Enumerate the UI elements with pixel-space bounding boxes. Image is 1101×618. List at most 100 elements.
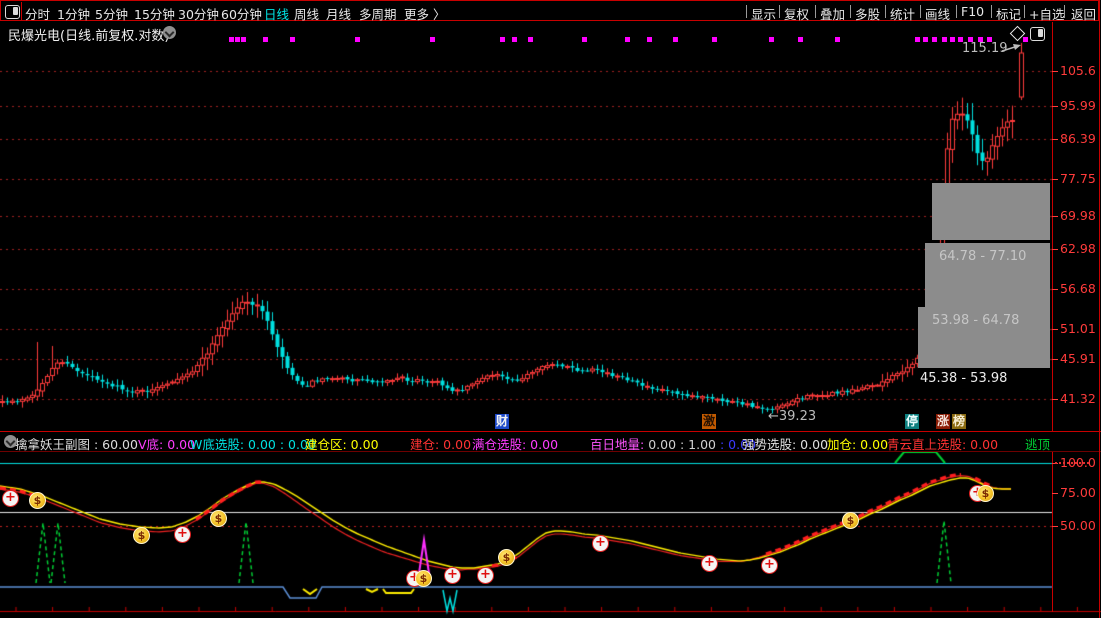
money-bag-marker-icon: $ xyxy=(210,510,227,527)
signal-dot xyxy=(235,37,240,42)
indicator-axis-tick xyxy=(1052,526,1058,527)
period-tab-2[interactable]: 5分钟 xyxy=(95,4,128,23)
period-toolbar: 分时 1分钟 5分钟 15分钟30分钟60分钟日线周线月线多周期更多 〉 显示复权叠加… xyxy=(0,0,1099,21)
money-bag-marker-icon: $ xyxy=(977,485,994,502)
signal-dot xyxy=(241,37,246,42)
toolbar-action-8[interactable]: +自选 xyxy=(1029,4,1064,23)
signal-dot xyxy=(835,37,840,42)
price-range-box-1: 64.78 - 77.10 xyxy=(925,243,1050,307)
maximize-panel-icon[interactable] xyxy=(1030,27,1045,41)
money-bag-marker-icon: $ xyxy=(133,527,150,544)
price-axis-line xyxy=(1052,22,1053,612)
title-chevron-down-icon[interactable] xyxy=(163,26,176,39)
price-axis-label: 41.32 xyxy=(1060,391,1096,406)
indicator-header-item-9: 青云直上选股: 0.00 xyxy=(887,434,998,453)
panel-split-icon[interactable] xyxy=(5,5,20,19)
price-range-box-0 xyxy=(932,183,1050,240)
period-tab-7[interactable]: 周线 xyxy=(294,4,319,23)
toolbar-action-9[interactable]: 返回 xyxy=(1071,4,1096,23)
period-tab-9[interactable]: 多周期 xyxy=(359,4,397,23)
menu-separator xyxy=(991,5,992,18)
period-tab-4[interactable]: 30分钟 xyxy=(178,4,219,23)
signal-dot xyxy=(932,37,937,42)
indicator-header-item-8: 加仓: 0.00 xyxy=(827,434,888,453)
toolbar-divider xyxy=(21,2,22,21)
signal-dot xyxy=(647,37,652,42)
indicator-chevron-down-icon[interactable] xyxy=(4,435,17,448)
signal-dot xyxy=(923,37,928,42)
price-range-box-2: 53.98 - 64.78 xyxy=(918,307,1050,368)
period-tab-10[interactable]: 更多 〉 xyxy=(404,4,445,23)
indicator-header: 擒拿妖王副图 : 60.00V底: 0.00W底选股: 0.00 : 0.00建… xyxy=(0,432,1101,451)
price-axis-tick xyxy=(1052,289,1058,290)
signal-dot xyxy=(290,37,295,42)
price-axis-tick xyxy=(1052,139,1058,140)
market-badge-2[interactable]: 停 xyxy=(905,414,919,429)
signal-dot xyxy=(769,37,774,42)
signal-dot xyxy=(582,37,587,42)
signal-dot xyxy=(712,37,717,42)
price-axis-label: 105.6 xyxy=(1060,63,1096,78)
indicator-chart-canvas[interactable] xyxy=(0,450,1101,618)
indicator-header-item-4: 建仓: 0.00 xyxy=(410,434,471,453)
toolbar-action-4[interactable]: 统计 xyxy=(890,4,915,23)
buy-cross-marker-icon: + xyxy=(701,555,718,572)
indicator-header-item-6: 百日地量: 0.00 : 1.00 : 0.00 xyxy=(590,434,756,453)
price-axis-label: 86.39 xyxy=(1060,131,1096,146)
menu-separator xyxy=(920,5,921,18)
toolbar-action-0[interactable]: 显示 xyxy=(751,4,776,23)
menu-separator xyxy=(885,5,886,18)
toolbar-action-7[interactable]: 标记 xyxy=(996,4,1021,23)
signal-dot xyxy=(512,37,517,42)
toolbar-action-2[interactable]: 叠加 xyxy=(820,4,845,23)
signal-dot xyxy=(500,37,505,42)
menu-separator xyxy=(850,5,851,18)
period-tab-6[interactable]: 日线 xyxy=(264,4,289,23)
stock-title: 民爆光电(日线.前复权.对数) xyxy=(8,25,169,44)
signal-dot xyxy=(950,37,955,42)
high-annotation-arrow xyxy=(1002,42,1026,54)
market-badge-0[interactable]: 财 xyxy=(495,414,509,429)
price-axis-label: 45.91 xyxy=(1060,351,1096,366)
price-axis-tick xyxy=(1052,399,1058,400)
price-axis-label: 95.99 xyxy=(1060,98,1096,113)
price-axis-tick xyxy=(1052,359,1058,360)
price-axis-label: 77.75 xyxy=(1060,171,1096,186)
toolbar-action-1[interactable]: 复权 xyxy=(784,4,809,23)
money-bag-marker-icon: $ xyxy=(842,512,859,529)
period-tab-0[interactable]: 分时 xyxy=(25,4,50,23)
toolbar-action-6[interactable]: F10 xyxy=(961,4,984,19)
buy-cross-marker-icon: + xyxy=(761,557,778,574)
price-axis-label: 56.68 xyxy=(1060,281,1096,296)
price-axis-label: 62.98 xyxy=(1060,241,1096,256)
menu-separator xyxy=(779,5,780,18)
period-tab-1[interactable]: 1分钟 xyxy=(57,4,90,23)
signal-dot xyxy=(263,37,268,42)
menu-separator xyxy=(1064,5,1065,18)
market-badge-4[interactable]: 榜 xyxy=(952,414,966,429)
price-axis-label: 51.01 xyxy=(1060,321,1096,336)
market-badge-1[interactable]: 激 xyxy=(702,414,716,429)
toolbar-action-5[interactable]: 画线 xyxy=(925,4,950,23)
market-badge-3[interactable]: 涨 xyxy=(936,414,950,429)
signal-dot xyxy=(528,37,533,42)
buy-cross-marker-icon: + xyxy=(477,567,494,584)
indicator-axis-label: 50.00 xyxy=(1060,518,1096,533)
period-tab-3[interactable]: 15分钟 xyxy=(134,4,175,23)
price-axis-tick xyxy=(1052,329,1058,330)
toolbar-action-3[interactable]: 多股 xyxy=(855,4,880,23)
period-tab-5[interactable]: 60分钟 xyxy=(221,4,262,23)
signal-dot xyxy=(915,37,920,42)
price-axis-tick xyxy=(1052,216,1058,217)
signal-dot xyxy=(430,37,435,42)
money-bag-marker-icon: $ xyxy=(415,570,432,587)
indicator-header-item-0: 擒拿妖王副图 : 60.00 xyxy=(15,434,138,453)
period-tab-8[interactable]: 月线 xyxy=(326,4,351,23)
indicator-header-item-1: V底: 0.00 xyxy=(138,434,195,453)
indicator-header-item-3: 建仓区: 0.00 xyxy=(305,434,379,453)
window-right-border xyxy=(1099,0,1100,618)
indicator-header-item-10: 逃顶 xyxy=(1025,434,1050,453)
price-axis-tick xyxy=(1052,71,1058,72)
money-bag-marker-icon: $ xyxy=(498,549,515,566)
signal-dot xyxy=(798,37,803,42)
